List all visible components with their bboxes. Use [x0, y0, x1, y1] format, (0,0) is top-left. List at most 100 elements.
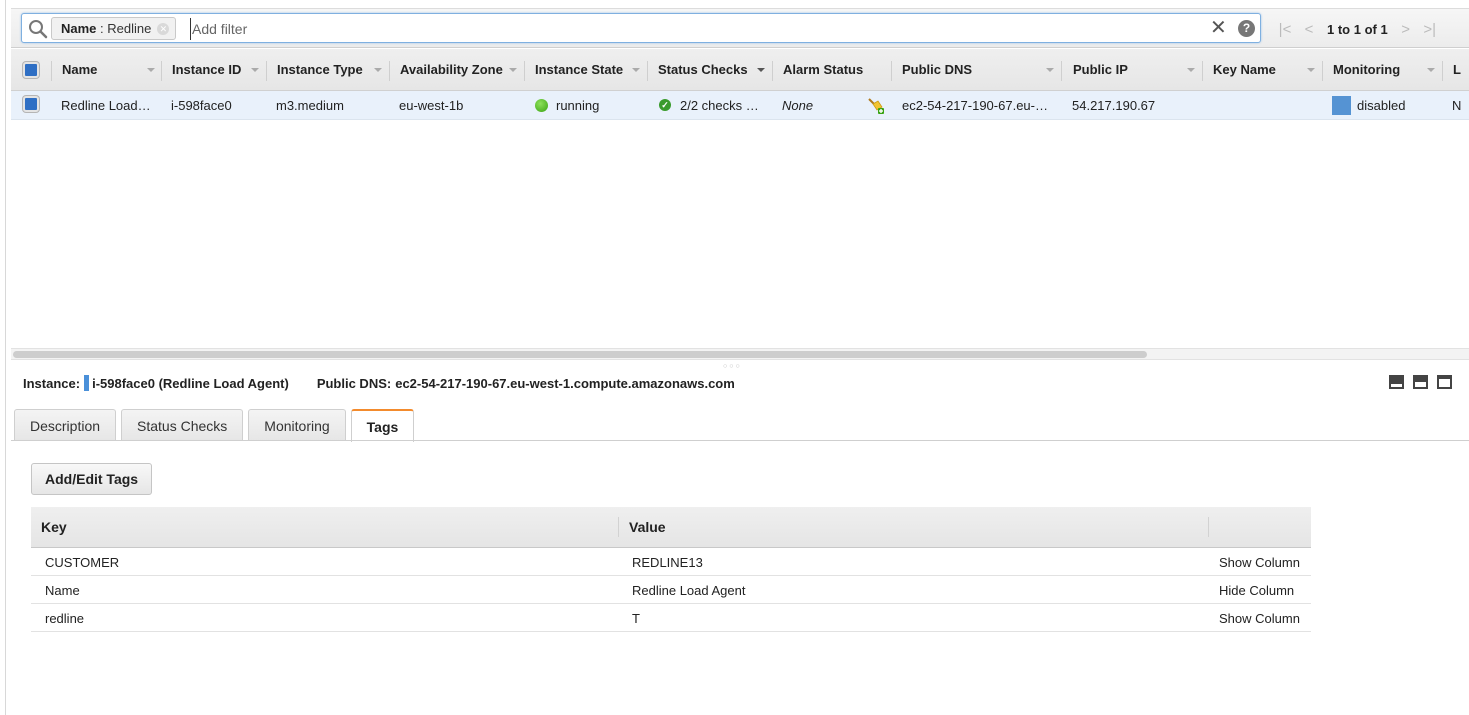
select-all-checkbox[interactable]	[23, 62, 39, 78]
column-header-instance-type[interactable]: Instance Type	[277, 49, 387, 90]
tag-value: T	[632, 611, 640, 626]
hide-column-link[interactable]: Hide Column	[1219, 583, 1294, 598]
scrollbar-thumb[interactable]	[13, 351, 1147, 358]
column-separator	[1061, 61, 1062, 81]
column-header-instance-id[interactable]: Instance ID	[172, 49, 262, 90]
next-page-button[interactable]: >	[1394, 21, 1418, 38]
show-column-link[interactable]: Show Column	[1219, 611, 1300, 626]
tag-value: REDLINE13	[632, 555, 703, 570]
tag-key: Name	[45, 583, 80, 598]
column-separator	[389, 61, 390, 81]
column-separator	[51, 61, 52, 81]
cell-instance-id: i-598face0	[171, 97, 232, 113]
cell-name: Redline Load…	[61, 97, 151, 113]
tag-row: redline T Show Column	[31, 604, 1311, 632]
tab-monitoring[interactable]: Monitoring	[248, 409, 346, 441]
instance-row[interactable]: Redline Load… i-598face0 m3.medium eu-we…	[11, 91, 1469, 120]
sort-caret-icon[interactable]	[509, 68, 517, 72]
column-separator	[618, 517, 619, 537]
horizontal-scrollbar[interactable]	[11, 348, 1469, 360]
filter-chip[interactable]: Name : Redline ✕	[51, 17, 177, 40]
last-page-button[interactable]: >|	[1418, 21, 1442, 38]
tags-table: Key Value CUSTOMER REDLINE13 Show Column…	[31, 507, 1311, 632]
column-separator	[1208, 517, 1209, 537]
filter-chip-value: Redline	[107, 21, 152, 36]
column-header-status-checks[interactable]: Status Checks	[658, 49, 768, 90]
cell-public-ip: 54.217.190.67	[1072, 97, 1156, 113]
cell-key-name	[1213, 91, 1313, 119]
remove-filter-icon[interactable]: ✕	[157, 23, 170, 35]
layout-medium-pane-icon[interactable]	[1413, 375, 1428, 389]
tags-header-value: Value	[629, 519, 666, 535]
sort-caret-icon[interactable]	[1307, 68, 1315, 72]
tab-description[interactable]: Description	[14, 409, 117, 441]
first-page-button[interactable]: |<	[1273, 21, 1297, 38]
running-status-icon	[535, 98, 548, 112]
column-separator	[161, 61, 162, 81]
tag-row: Name Redline Load Agent Hide Column	[31, 576, 1311, 604]
help-icon[interactable]: ?	[1238, 20, 1255, 37]
status-checks-text: 2/2 checks …	[680, 97, 759, 113]
instances-grid-header: Name Instance ID Instance Type Availabil…	[11, 49, 1469, 91]
sort-caret-icon[interactable]	[757, 68, 765, 72]
check-passed-icon: ✓	[659, 99, 671, 111]
tag-key: CUSTOMER	[45, 555, 120, 570]
column-separator	[647, 61, 648, 81]
column-header-public-dns[interactable]: Public DNS	[902, 49, 1022, 90]
tags-header-key: Key	[41, 519, 67, 535]
column-header-key-name[interactable]: Key Name	[1213, 49, 1313, 90]
cell-instance-state: running	[535, 91, 645, 119]
pagination: |< < 1 to 1 of 1 > >|	[1273, 17, 1442, 41]
column-separator	[772, 61, 773, 81]
tags-table-header: Key Value	[31, 507, 1311, 548]
instance-state-text: running	[556, 97, 600, 113]
column-header-monitoring[interactable]: Monitoring	[1333, 49, 1433, 90]
ec2-instances-page: Name : Redline ✕ ✕ ? |< < 1 to 1 of 1 > …	[11, 0, 1469, 715]
add-filter-input[interactable]	[190, 18, 1190, 40]
clear-search-icon[interactable]: ✕	[1210, 17, 1227, 39]
prev-page-button[interactable]: <	[1297, 21, 1321, 38]
instance-detail-header: Instance: i-598face0 (Redline Load Agent…	[23, 375, 735, 391]
cell-availability-zone: eu-west-1b	[399, 97, 464, 113]
sort-caret-icon[interactable]	[251, 68, 259, 72]
search-box[interactable]: Name : Redline ✕ ✕ ?	[21, 13, 1261, 43]
resize-handle-icon[interactable]: ○○○	[723, 363, 742, 370]
sort-caret-icon[interactable]	[374, 68, 382, 72]
add-edit-tags-button[interactable]: Add/Edit Tags	[31, 463, 153, 495]
tab-tags[interactable]: Tags	[350, 409, 415, 442]
page-range-text: 1 to 1 of 1	[1327, 21, 1388, 37]
sort-caret-icon[interactable]	[1427, 68, 1435, 72]
sort-caret-icon[interactable]	[1187, 68, 1195, 72]
create-alarm-icon[interactable]	[867, 97, 885, 115]
cell-status-checks: ✓ 2/2 checks …	[659, 91, 774, 119]
column-header-launch[interactable]: L	[1453, 49, 1469, 90]
show-column-link[interactable]: Show Column	[1219, 555, 1300, 570]
tag-value: Redline Load Agent	[632, 583, 746, 598]
detail-tabs: Description Status Checks Monitoring Tag…	[14, 409, 415, 442]
column-header-public-ip[interactable]: Public IP	[1073, 49, 1173, 90]
instance-label: Instance:	[23, 375, 81, 391]
instance-value: i-598face0 (Redline Load Agent)	[92, 375, 289, 391]
layout-large-pane-icon[interactable]	[1437, 375, 1452, 389]
column-header-instance-state[interactable]: Instance State	[535, 49, 645, 90]
column-header-alarm-status[interactable]: Alarm Status	[783, 49, 883, 90]
monitoring-indicator-icon	[1332, 95, 1351, 115]
column-header-availability-zone[interactable]: Availability Zone	[400, 49, 520, 90]
dns-label: Public DNS:	[316, 375, 392, 391]
sort-caret-icon[interactable]	[632, 68, 640, 72]
search-icon	[29, 20, 48, 39]
column-separator	[524, 61, 525, 81]
tabs-divider	[11, 440, 1469, 441]
sort-caret-icon[interactable]	[147, 68, 155, 72]
row-checkbox[interactable]	[23, 96, 39, 112]
dns-value: ec2-54-217-190-67.eu-west-1.compute.amaz…	[395, 375, 735, 391]
layout-small-pane-icon[interactable]	[1389, 375, 1404, 389]
tab-status-checks[interactable]: Status Checks	[121, 409, 244, 441]
column-separator	[1322, 61, 1323, 81]
filter-chip-sep: :	[100, 21, 104, 36]
cell-launch: N	[1452, 97, 1462, 113]
left-border	[5, 0, 6, 715]
cell-monitoring: disabled	[1332, 91, 1442, 119]
sort-caret-icon[interactable]	[1046, 68, 1054, 72]
instance-color-bar	[84, 375, 90, 391]
